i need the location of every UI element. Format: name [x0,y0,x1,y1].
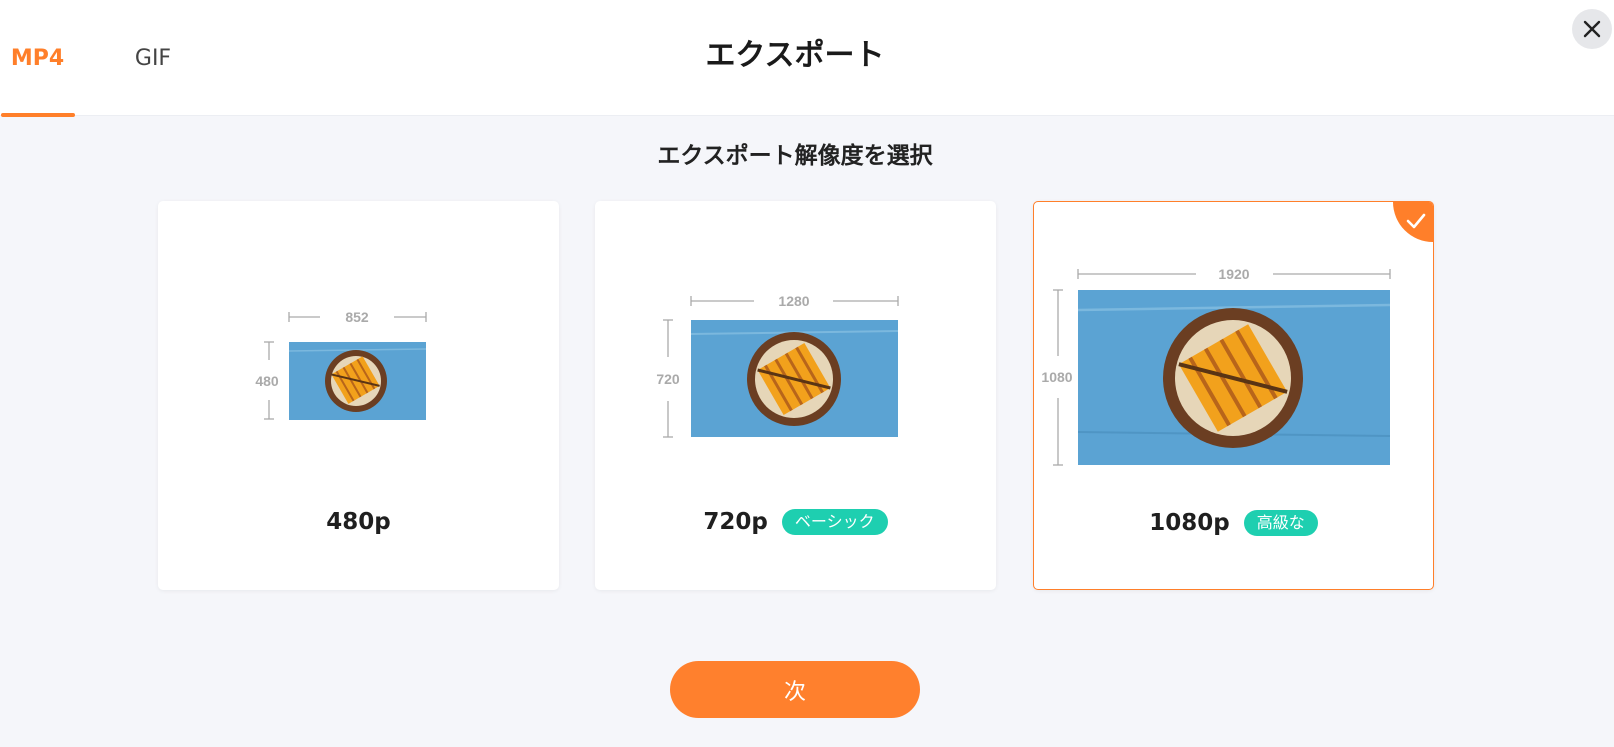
height-label: 1080 [1041,369,1072,385]
width-label: 1920 [1218,266,1249,282]
close-icon [1583,20,1601,38]
resolution-card-1080p[interactable]: 1920 1080 1080p 高級な [1033,201,1434,590]
resolution-label: 1080p [1149,510,1230,536]
resolution-label: 480p [326,509,391,535]
basic-badge: ベーシック [781,509,888,535]
width-label: 1280 [778,293,809,309]
page-title: エクスポート [705,38,885,73]
sandwich-thumbnail [691,320,898,437]
premium-badge: 高級な [1243,510,1318,536]
next-button[interactable]: 次 [670,661,920,718]
resolution-card-480p[interactable]: 852 480 480p [158,201,559,590]
resolution-label: 720p [703,509,768,535]
sandwich-thumbnail [289,342,426,420]
height-label: 720 [656,371,680,387]
checkmark-icon [1406,213,1426,229]
preview-diagram-480p: 852 480 [255,309,427,420]
preview-diagram-1080p: 1920 1080 [1041,266,1391,466]
header-bar: MP4 GIF エクスポート [0,0,1614,117]
section-subtitle: エクスポート解像度を選択 [657,143,933,169]
width-label: 852 [345,309,369,325]
height-label: 480 [255,373,279,389]
resolution-card-720p[interactable]: 1280 720 720p ベーシック [595,201,996,590]
sandwich-thumbnail [1078,290,1390,465]
close-button[interactable] [1572,9,1612,49]
preview-diagram-720p: 1280 720 [656,293,899,438]
